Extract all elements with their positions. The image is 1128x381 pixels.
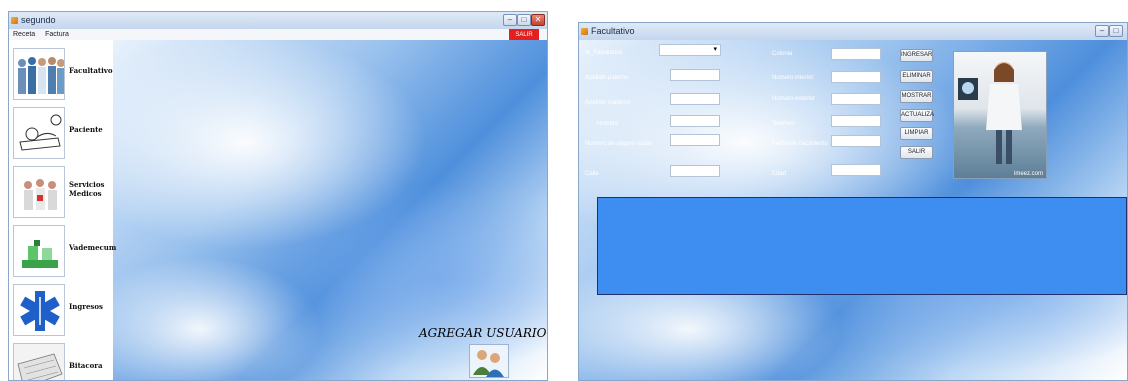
label-fecha-nacimiento: Fecha de nacimiento: [772, 141, 828, 147]
label-nombre: Nombre: [597, 121, 619, 127]
apellido-materno-field[interactable]: [670, 93, 720, 105]
edad-field[interactable]: [831, 164, 881, 176]
data-grid[interactable]: [597, 197, 1127, 295]
minimize-button[interactable]: –: [1095, 25, 1109, 37]
title-bar: Facultativo – □: [579, 23, 1127, 40]
ingresar-button[interactable]: INGRESAR: [900, 49, 933, 62]
menu-bar: Receta Factura: [9, 29, 547, 40]
sidebar-item-paciente[interactable]: Paciente: [11, 107, 111, 161]
patient-bed-icon: [13, 107, 65, 159]
fecha-nacimiento-field[interactable]: [831, 135, 881, 147]
numero-interior-field[interactable]: [831, 71, 881, 83]
doctors-group-icon: [13, 48, 65, 100]
label-calle: Calle: [585, 171, 599, 177]
sidebar-item-label: Facultativo: [69, 66, 113, 75]
facultativo-window: Facultativo – □ Id_Facultativo ▾ Apellid…: [578, 22, 1128, 381]
app-icon: [581, 28, 588, 35]
sidebar-item-vademecum[interactable]: Vademecum: [11, 225, 116, 279]
label-colonia: Colonia: [772, 51, 793, 57]
maximize-button[interactable]: □: [1109, 25, 1123, 37]
close-button[interactable]: ✕: [531, 14, 545, 26]
sidebar-item-label: Ingresos: [69, 302, 103, 311]
apellido-paterno-field[interactable]: [670, 69, 720, 81]
sidebar-item-servicios-medicos[interactable]: Servicios Medicos: [11, 166, 111, 220]
numero-seguro-social-field[interactable]: [670, 134, 720, 146]
telefono-field[interactable]: [831, 115, 881, 127]
calle-field[interactable]: [670, 165, 720, 177]
label-numero-exterior: Numero exterior: [772, 96, 816, 102]
medicine-bottles-icon: [13, 225, 65, 277]
sidebar-item-bitacora[interactable]: Bitacora: [11, 343, 111, 380]
label-apellido-materno: Apellido materno: [585, 100, 631, 106]
numero-exterior-field[interactable]: [831, 93, 881, 105]
salir-button[interactable]: SALIR: [900, 146, 933, 159]
photo-watermark: imeez.com: [1013, 171, 1043, 177]
label-numero-seguro-social: Numero de seguro social: [585, 141, 652, 147]
logbook-icon: [13, 343, 65, 380]
doctor-photo: imeez.com: [953, 51, 1047, 179]
sidebar-item-ingresos[interactable]: Ingresos: [11, 284, 111, 338]
sidebar-item-label: Servicios Medicos: [69, 180, 105, 198]
title-bar: segundo – □ ✕: [9, 12, 547, 29]
id-facultativo-combo[interactable]: ▾: [659, 44, 721, 56]
limpiar-button[interactable]: LIMPIAR: [900, 127, 933, 140]
menu-item-receta[interactable]: Receta: [9, 29, 39, 40]
label-apellido-paterno: Apellido paterno: [585, 75, 629, 81]
sidebar-item-label: Vademecum: [69, 243, 117, 252]
actualiza-button[interactable]: ACTUALIZA: [900, 109, 934, 122]
main-window: segundo – □ ✕ Receta Factura SALIR Facul…: [8, 11, 548, 381]
sidebar-item-facultativo[interactable]: Facultativo: [11, 48, 113, 102]
eliminar-button[interactable]: ELIMINAR: [900, 70, 933, 83]
sidebar: Facultativo Paciente Servicios Medicos V…: [9, 40, 116, 380]
window-title: Facultativo: [591, 26, 635, 36]
users-icon: [473, 350, 504, 377]
medical-staff-icon: [13, 166, 65, 218]
label-edad: Edad: [772, 171, 787, 177]
nombre-field[interactable]: [670, 115, 720, 127]
window-title: segundo: [21, 15, 56, 25]
label-id-facultativo: Id_Facultativo: [585, 50, 623, 56]
agregar-usuario-label: AGREGAR USUARIO: [419, 326, 547, 340]
mostrar-button[interactable]: MOSTRAR: [900, 90, 933, 103]
add-user-button[interactable]: [469, 344, 509, 378]
colonia-field[interactable]: [831, 48, 881, 60]
sidebar-item-label: Bitacora: [69, 361, 103, 370]
label-telefono: Telefono: [772, 121, 795, 127]
sidebar-item-label: Paciente: [69, 125, 103, 134]
app-icon: [11, 17, 18, 24]
star-of-life-icon: [13, 284, 65, 336]
label-numero-interior: Numero interior: [772, 75, 814, 81]
menu-item-factura[interactable]: Factura: [41, 29, 73, 40]
maximize-button[interactable]: □: [517, 14, 531, 26]
minimize-button[interactable]: –: [503, 14, 517, 26]
